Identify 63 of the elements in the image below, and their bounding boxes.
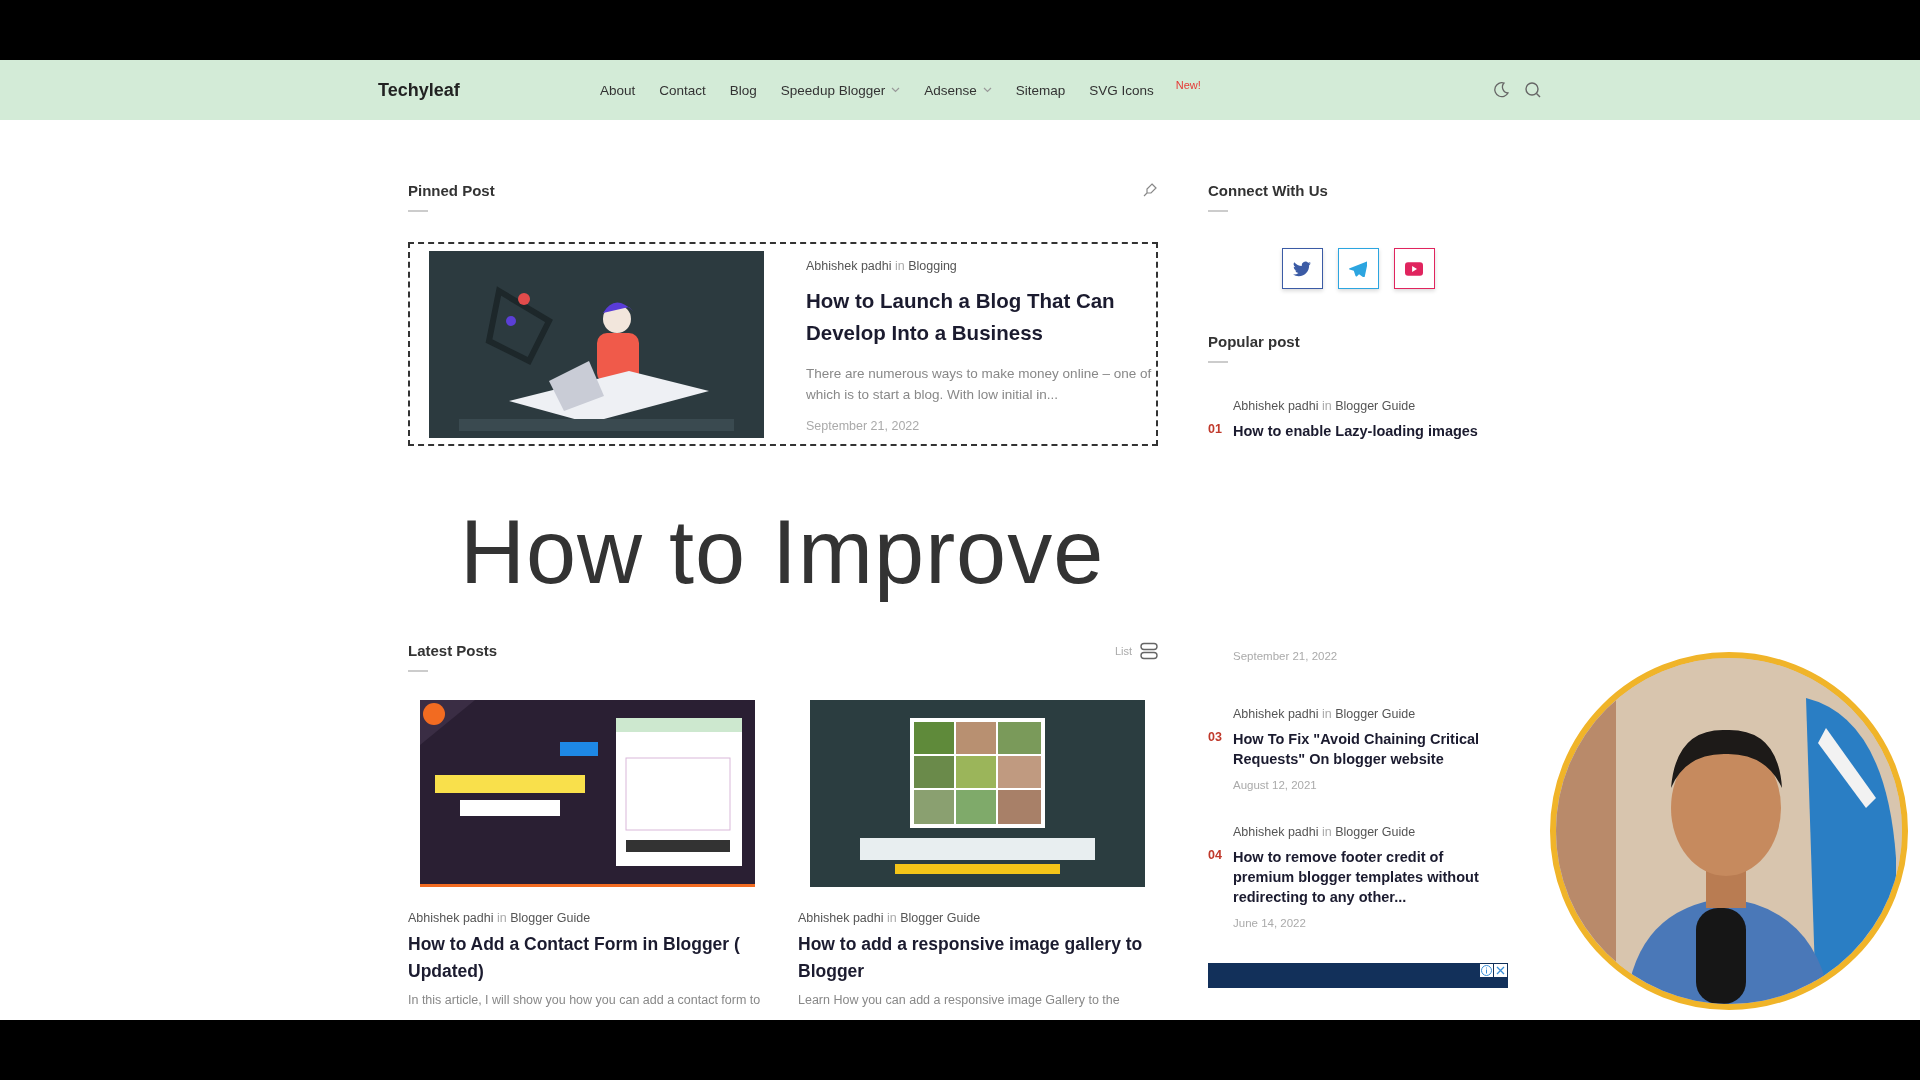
list-view-icon[interactable] [1140, 642, 1158, 660]
nav-link[interactable]: About [600, 82, 636, 98]
post-number: 03 [1208, 729, 1223, 746]
close-icon[interactable] [1494, 964, 1507, 977]
view-label: List [1114, 645, 1132, 657]
in-text: in [1320, 399, 1333, 413]
author-link[interactable]: Abhishek padhi [806, 259, 892, 273]
section-heading: Latest Posts [408, 642, 498, 659]
post-title[interactable]: How to add a responsive image gallery to Blogger [798, 931, 1158, 985]
post-title[interactable]: How to remove footer credit of premium blogger templates without redirecting to any other... [1233, 847, 1508, 907]
in-text: in [1320, 707, 1333, 721]
author-link[interactable]: Abhishek padhi [1233, 399, 1319, 413]
telegram-button[interactable] [1337, 248, 1379, 289]
bird-icon [1293, 260, 1311, 277]
site-logo[interactable]: Techyleaf [378, 79, 600, 101]
in-text: in [1320, 825, 1333, 839]
post-number: 01 [1208, 421, 1223, 438]
author-link[interactable]: Abhishek padhi [408, 911, 494, 925]
paper-plane-icon [1349, 260, 1367, 277]
info-icon[interactable] [1480, 964, 1493, 977]
section-heading: Connect With Us [1208, 182, 1328, 199]
nav-link[interactable]: Contact [659, 82, 706, 98]
post-date: September 21, 2022 [1233, 650, 1339, 662]
new-label: New! [1175, 78, 1201, 91]
post-title[interactable]: How to Add a Contact Form in Blogger ( Updated) [408, 931, 768, 985]
author-link[interactable]: Abhishek padhi [1233, 825, 1319, 839]
youtube-button[interactable] [1393, 248, 1435, 289]
author-link[interactable]: Abhishek padhi [798, 911, 884, 925]
in-text: in [495, 911, 508, 925]
category-link[interactable]: Blogger Guide [510, 911, 591, 925]
in-text: in [893, 259, 906, 273]
section-heading: Popular post [1208, 333, 1300, 350]
twitter-button[interactable] [1281, 248, 1323, 289]
post-excerpt: Learn How you can add a responsive image Gallery to the [798, 993, 1121, 1007]
post-excerpt: There are numerous ways to make money online – one of which is to start a blog. With low initial in... [806, 365, 1153, 404]
category-link[interactable]: Blogger Guide [1335, 707, 1416, 721]
in-text: in [885, 911, 898, 925]
ad-banner[interactable] [1208, 963, 1508, 988]
author-link[interactable]: Abhishek padhi [1233, 707, 1319, 721]
category-link[interactable]: Blogger Guide [900, 911, 981, 925]
post-excerpt: In this article, I will show you how you can add a contact form to [408, 993, 762, 1007]
search-icon[interactable] [1524, 81, 1542, 99]
moon-icon[interactable] [1492, 81, 1510, 99]
nav-link[interactable]: Adsense [924, 82, 992, 98]
nav-link[interactable]: Sitemap [1015, 82, 1066, 98]
play-icon [1405, 261, 1423, 276]
nav-link[interactable]: SVG Icons [1089, 82, 1154, 98]
post-date: September 21, 2022 [806, 419, 921, 433]
section-heading: Pinned Post [408, 182, 495, 199]
category-link[interactable]: Blogging [908, 259, 957, 273]
category-link[interactable]: Blogger Guide [1335, 825, 1416, 839]
post-title[interactable]: How To Fix "Avoid Chaining Critical Requests" On blogger website [1233, 729, 1508, 769]
pin-icon [1142, 182, 1158, 198]
post-date: August 12, 2021 [1233, 779, 1318, 791]
post-title[interactable]: How to Launch a Blog That Can Develop Into a Business [806, 285, 1156, 349]
post-date: June 14, 2022 [1233, 917, 1307, 929]
nav-link[interactable]: Speedup Blogger [780, 82, 901, 98]
overlay-title: How to Improve [460, 501, 1105, 604]
category-link[interactable]: Blogger Guide [1335, 399, 1416, 413]
pinned-card[interactable] [408, 242, 1158, 446]
nav-link[interactable]: Blog [729, 82, 757, 98]
post-title[interactable]: How to enable Lazy-loading images [1233, 421, 1508, 441]
post-number: 04 [1208, 847, 1223, 864]
